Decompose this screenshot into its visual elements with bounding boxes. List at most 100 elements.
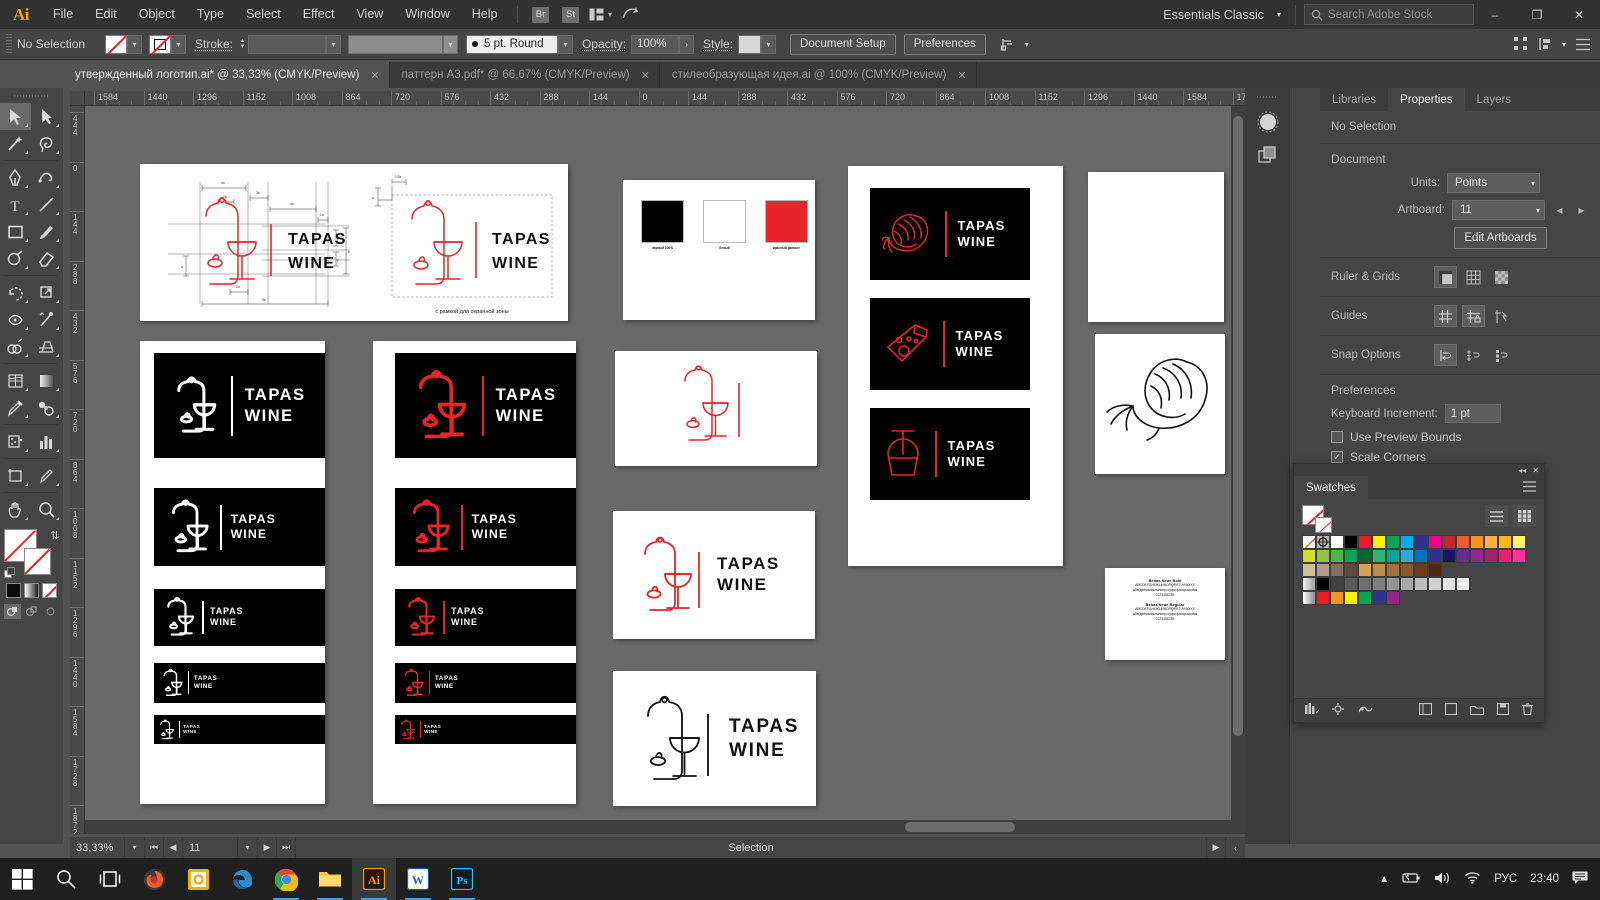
color-swatch-black[interactable] [6, 583, 21, 598]
scale-tool[interactable] [31, 279, 62, 306]
direct-selection-tool[interactable] [31, 103, 62, 130]
minimize-button[interactable]: – [1474, 0, 1516, 29]
layers-icon[interactable] [1245, 139, 1290, 173]
stroke-profile-dropdown[interactable]: ▾ [443, 34, 459, 54]
folder-icon[interactable] [1469, 704, 1485, 718]
search-button[interactable] [44, 858, 88, 900]
type-tool[interactable]: T [0, 191, 31, 218]
color-swatch[interactable] [1400, 535, 1414, 549]
units-select[interactable]: Points ▾ [1447, 173, 1540, 193]
close-icon[interactable]: ✕ [370, 69, 379, 82]
color-swatch[interactable] [1498, 535, 1512, 549]
volume-icon[interactable] [1434, 871, 1451, 888]
style-label[interactable]: Style: [703, 37, 733, 51]
color-swatch[interactable] [1344, 577, 1358, 591]
rectangle-tool[interactable] [0, 218, 31, 245]
cc-sync-icon[interactable] [619, 6, 643, 24]
menu-file[interactable]: File [42, 0, 84, 29]
color-swatch[interactable] [1386, 577, 1400, 591]
prev-artboard-icon[interactable]: ◀ [1552, 201, 1567, 219]
color-swatch[interactable] [1428, 563, 1442, 577]
word-taskbar-icon[interactable]: W [396, 858, 440, 900]
keyboard-increment-field[interactable]: 1 pt [1444, 404, 1501, 423]
color-swatch[interactable] [1456, 577, 1470, 591]
color-swatch[interactable] [1358, 535, 1372, 549]
stroke-weight-field[interactable] [248, 34, 327, 54]
eraser-tool[interactable] [31, 245, 62, 272]
color-swatch[interactable] [1442, 535, 1456, 549]
transform-grid-icon[interactable] [1513, 37, 1528, 51]
collapse-icon[interactable]: ◂◂ [1518, 466, 1526, 475]
canvas-horizontal-scrollbar[interactable] [85, 820, 1231, 834]
color-swatch[interactable] [1456, 535, 1470, 549]
menu-view[interactable]: View [345, 0, 394, 29]
next-artboard-icon[interactable]: ▶ [1574, 201, 1589, 219]
show-rulers-icon[interactable] [1434, 266, 1457, 288]
menu-select[interactable]: Select [235, 0, 292, 29]
wifi-icon[interactable] [1464, 871, 1481, 887]
color-swatch[interactable] [1400, 563, 1414, 577]
color-swatch[interactable] [1344, 591, 1358, 605]
document-setup-button[interactable]: Document Setup [790, 33, 896, 55]
slice-tool[interactable] [31, 462, 62, 489]
color-swatch[interactable] [1358, 563, 1372, 577]
close-button[interactable]: ✕ [1558, 0, 1600, 29]
paintbrush-tool[interactable] [31, 218, 62, 245]
hand-tool[interactable] [0, 496, 31, 523]
artboard-logo-construction[interactable]: 4a 2a 3a 4a 1a a 2a 5a yyb TAPAS WINE 1/… [140, 164, 568, 321]
list-view-icon[interactable] [1485, 505, 1508, 527]
eyedropper-tool[interactable] [0, 394, 31, 421]
lasso-tool[interactable] [31, 130, 62, 157]
color-swatch[interactable] [1302, 549, 1316, 563]
stroke-weight-dropdown[interactable]: ▾ [326, 34, 342, 54]
menu-type[interactable]: Type [186, 0, 235, 29]
mesh-tool[interactable] [0, 367, 31, 394]
menu-edit[interactable]: Edit [84, 0, 128, 29]
menu-object[interactable]: Object [128, 0, 186, 29]
blend-tool[interactable] [31, 394, 62, 421]
artboard-tool[interactable] [0, 462, 31, 489]
perspective-grid-tool[interactable] [31, 333, 62, 360]
zoom-tool[interactable] [31, 496, 62, 523]
document-tab-0[interactable]: утвержденный логотип.ai* @ 33,33% (CMYK/… [63, 62, 390, 88]
color-swatch[interactable] [1484, 535, 1498, 549]
use-preview-bounds-checkbox[interactable] [1331, 431, 1343, 443]
show-hidden-icons[interactable]: ▲ [1379, 874, 1389, 885]
artboard-shrimp-drawing[interactable] [1095, 334, 1225, 474]
shape-builder-tool[interactable] [0, 333, 31, 360]
color-swatch[interactable] [1386, 535, 1400, 549]
color-swatch[interactable] [1316, 563, 1330, 577]
status-text[interactable]: Selection [296, 837, 1207, 858]
control-bar-grip[interactable] [6, 34, 12, 54]
smart-guides-icon[interactable] [1490, 305, 1513, 327]
stroke-color-swatch[interactable] [149, 34, 171, 54]
zoom-level-field[interactable]: 33,33% [70, 837, 125, 858]
color-swatch[interactable] [1372, 591, 1386, 605]
artboard-typography-spec[interactable]: Bebas Neue Bold ABCDEFGHIJKLMNOPQRSTUVWX… [1105, 568, 1225, 660]
stroke-swatch[interactable] [23, 548, 51, 575]
color-swatch[interactable] [1512, 549, 1526, 563]
show-swatch-kinds-icon[interactable] [1332, 703, 1345, 718]
photoshop-taskbar-icon[interactable]: Ps [440, 858, 484, 900]
horizontal-scroll-thumb[interactable] [905, 822, 1015, 832]
stock-search-input[interactable]: Search Adobe Stock [1304, 4, 1474, 25]
file-explorer-taskbar-icon[interactable] [308, 858, 352, 900]
horizontal-ruler[interactable]: 1584 1440 1296 1152 1008 864 720 576 432 288 144 0 1… [85, 91, 1245, 106]
free-transform-tool[interactable] [31, 306, 62, 333]
color-swatch[interactable] [1400, 549, 1414, 563]
color-swatch[interactable] [1386, 591, 1400, 605]
tab-properties[interactable]: Properties [1388, 88, 1465, 111]
artboard-dropdown[interactable]: ▾ [238, 837, 258, 858]
firefox-taskbar-icon[interactable] [132, 858, 176, 900]
artboard-red-logo-medium[interactable]: TAPAS WINE [613, 511, 815, 639]
tab-libraries[interactable]: Libraries [1320, 88, 1388, 111]
new-color-group-icon[interactable] [1418, 702, 1433, 718]
color-swatch[interactable] [1470, 535, 1484, 549]
arrange-documents-icon[interactable]: ▾ [589, 6, 613, 24]
brush-definition-dropdown[interactable]: ▾ [558, 34, 574, 54]
align-to-control[interactable]: ▾ [1000, 37, 1029, 52]
color-swatch[interactable] [1344, 549, 1358, 563]
stroke-dropdown[interactable]: ▾ [171, 34, 186, 54]
color-swatch[interactable] [1400, 577, 1414, 591]
bridge-icon[interactable]: Br [529, 6, 553, 24]
